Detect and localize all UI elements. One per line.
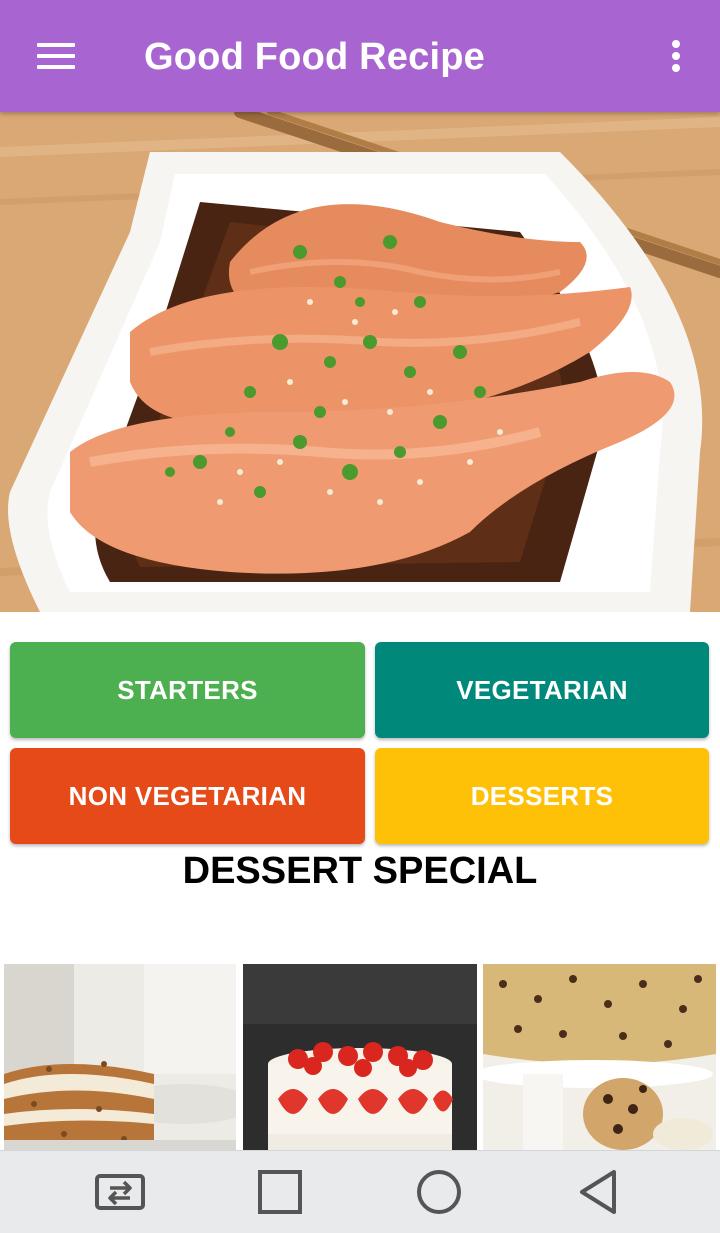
back-triangle-icon[interactable] [568, 1164, 628, 1220]
vegetarian-button[interactable]: VEGETARIAN [375, 642, 709, 738]
switch-app-icon[interactable] [90, 1164, 150, 1220]
home-circle-icon[interactable] [409, 1164, 469, 1220]
hamburger-menu-icon[interactable] [28, 30, 84, 82]
recents-square-icon[interactable] [250, 1164, 310, 1220]
hero-food-image [0, 112, 720, 612]
more-vertical-icon[interactable] [656, 32, 696, 80]
non-vegetarian-button[interactable]: NON VEGETARIAN [10, 748, 365, 844]
desserts-button[interactable]: DESSERTS [375, 748, 709, 844]
dessert-special-heading: DESSERT SPECIAL [182, 850, 538, 892]
app-bar: Good Food Recipe [0, 0, 720, 112]
dessert-thumbnail-chocolate-chip-cake[interactable] [483, 964, 716, 1150]
dessert-thumbnail-carrot-cake[interactable] [4, 964, 236, 1150]
app-title: Good Food Recipe [144, 36, 485, 78]
system-navigation-bar [0, 1150, 720, 1233]
dessert-thumbnail-strawberry-cake[interactable] [243, 964, 477, 1150]
starters-button[interactable]: STARTERS [10, 642, 365, 738]
